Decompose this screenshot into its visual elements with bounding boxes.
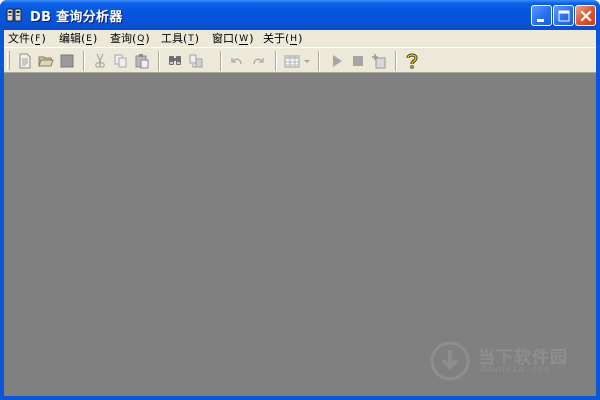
- watermark-subtext: downxia.com: [480, 365, 551, 375]
- open-button[interactable]: [37, 52, 55, 70]
- download-logo-icon: [430, 341, 470, 381]
- dropdown-arrow-icon: [304, 60, 310, 63]
- menu-about[interactable]: 关于(H): [263, 30, 302, 47]
- new-query-button[interactable]: [16, 52, 34, 70]
- find-icon: [169, 56, 181, 65]
- find-button[interactable]: [166, 52, 184, 70]
- menu-window[interactable]: 窗口(W): [212, 30, 254, 47]
- paste-icon: [135, 54, 149, 69]
- title-bar[interactable]: DB 查询分析器: [0, 0, 600, 30]
- minimize-icon: [537, 19, 544, 22]
- grid-results-icon: [284, 55, 300, 68]
- undo-button[interactable]: [228, 52, 246, 70]
- toolbar-separator: [220, 51, 222, 71]
- grid-results-button[interactable]: [283, 52, 301, 70]
- close-icon: [580, 10, 592, 22]
- execute-icon: [333, 55, 342, 67]
- redo-button[interactable]: [249, 52, 267, 70]
- toolbar-separator: [83, 51, 85, 71]
- open-folder-icon: [38, 56, 54, 67]
- close-button[interactable]: [575, 5, 596, 26]
- app-database-icon: [6, 7, 22, 23]
- new-query-icon: [19, 53, 31, 69]
- toolbar-separator: [395, 51, 397, 71]
- copy-icon: [114, 54, 127, 68]
- stop-button[interactable]: [349, 52, 367, 70]
- menu-edit[interactable]: 编辑(E): [59, 30, 97, 47]
- parse-button[interactable]: [370, 52, 388, 70]
- window-bottom-border: [0, 396, 600, 400]
- watermark: 当下软件园 downxia.com: [428, 337, 578, 385]
- redo-icon: [253, 58, 264, 65]
- parse-icon: [372, 54, 386, 69]
- grid-results-dropdown[interactable]: [302, 52, 312, 70]
- window-title: DB 查询分析器: [30, 10, 123, 25]
- cut-button[interactable]: [91, 52, 109, 70]
- menu-bar: 文件(F) 编辑(E) 查询(Q) 工具(T) 窗口(W) 关于(H): [4, 30, 596, 47]
- maximize-icon: [558, 10, 570, 22]
- toolbar-separator: [275, 51, 277, 71]
- toolbar-separator: [158, 51, 160, 71]
- toolbar: [4, 47, 596, 73]
- menu-query[interactable]: 查询(Q): [110, 30, 150, 47]
- maximize-button[interactable]: [553, 5, 574, 26]
- cut-icon: [95, 53, 105, 68]
- help-button[interactable]: [403, 52, 421, 70]
- toolbar-grip[interactable]: [7, 51, 10, 70]
- replace-button[interactable]: [187, 52, 205, 70]
- save-button[interactable]: [58, 52, 76, 70]
- execute-button[interactable]: [328, 52, 346, 70]
- minimize-button[interactable]: [531, 5, 552, 26]
- toolbar-separator: [318, 51, 320, 71]
- save-icon: [60, 54, 74, 68]
- stop-icon: [353, 56, 363, 66]
- menu-tools[interactable]: 工具(T): [161, 30, 199, 47]
- undo-icon: [231, 58, 242, 65]
- menu-file[interactable]: 文件(F): [8, 30, 46, 47]
- app-window: DB 查询分析器 文件(F) 编辑(E) 查询(Q) 工具(T) 窗口(W) 关…: [0, 0, 600, 400]
- replace-icon: [189, 54, 203, 68]
- copy-button[interactable]: [112, 52, 130, 70]
- paste-button[interactable]: [133, 52, 151, 70]
- help-icon: [406, 53, 418, 69]
